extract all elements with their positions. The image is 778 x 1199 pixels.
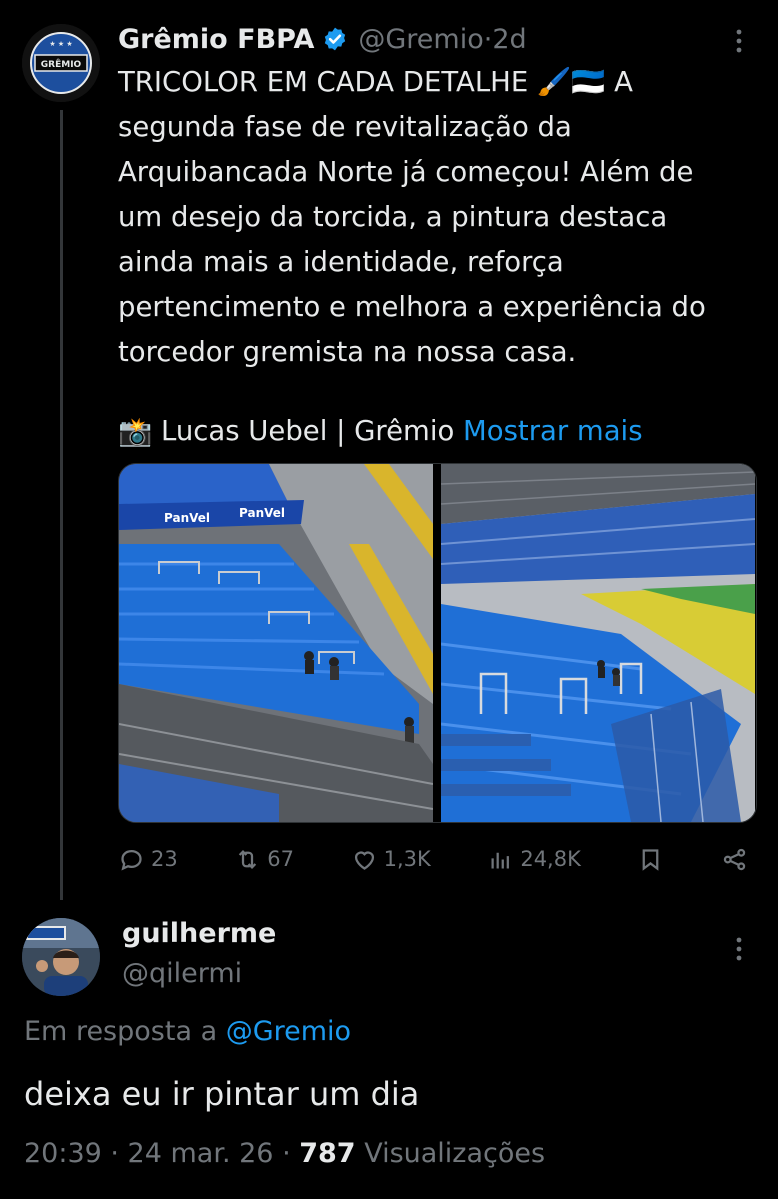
share-icon (723, 848, 746, 870)
bookmark-button[interactable] (637, 846, 664, 873)
svg-text:GRÊMIO: GRÊMIO (41, 58, 82, 70)
author-handle[interactable]: @Gremio (358, 24, 483, 55)
reply-author-handle[interactable]: @qilermi (122, 958, 242, 989)
reply-more-options-button[interactable] (732, 934, 746, 968)
header-separator: · (483, 23, 493, 55)
camera-icon: 📸 (118, 415, 153, 448)
tweet-header: Grêmio FBPA @Gremio · 2d (118, 20, 527, 58)
reply-to-handle-link[interactable]: @Gremio (226, 1016, 351, 1047)
photo-credit: 📸 Lucas Uebel | Grêmio Mostrar mais (118, 410, 643, 452)
author-name[interactable]: Grêmio FBPA (118, 24, 314, 55)
repost-icon (239, 849, 257, 869)
more-options-icon (736, 29, 742, 53)
stadium-photo-2[interactable] (441, 464, 755, 822)
svg-text:PanVel: PanVel (164, 511, 210, 525)
views-button[interactable]: 24,8K (487, 846, 581, 873)
like-count: 1,3K (383, 847, 431, 871)
reply-count: 23 (151, 847, 178, 871)
author-avatar[interactable]: GRÊMIO ★ ★ ★ (22, 24, 100, 102)
bookmark-icon (643, 848, 659, 871)
repost-count: 67 (267, 847, 295, 871)
user-photo-icon (22, 918, 100, 996)
reply-timestamp[interactable]: 20:39 · 24 mar. 26 · (24, 1138, 299, 1169)
tweet-text: TRICOLOR EM CADA DETALHE 🖌️🇪🇪 A segunda … (118, 66, 706, 368)
reply-button[interactable]: 23 (118, 846, 178, 873)
views-chart-icon (491, 852, 510, 868)
reply-prefix: Em resposta a (24, 1016, 226, 1047)
credit-text: Lucas Uebel | Grêmio (152, 415, 464, 447)
show-more-link[interactable]: Mostrar mais (463, 415, 642, 447)
reply-views-count: 787 (299, 1138, 356, 1169)
gremio-crest-icon: GRÊMIO ★ ★ ★ (22, 24, 100, 102)
reply-text: deixa eu ir pintar um dia (24, 1075, 420, 1113)
like-button[interactable]: 1,3K (351, 846, 431, 873)
media-grid: PanVel PanVel (118, 463, 757, 823)
repost-button[interactable]: 67 (234, 846, 294, 873)
reply-icon (121, 849, 142, 870)
more-options-button[interactable] (728, 26, 750, 60)
tweet-actions: 23 67 1,3K 24,8K (118, 838, 748, 880)
reply-author-name[interactable]: guilherme (122, 918, 276, 949)
heart-icon (354, 851, 374, 870)
svg-text:PanVel: PanVel (239, 506, 285, 520)
more-options-icon (736, 937, 742, 961)
replying-to: Em resposta a @Gremio (24, 1016, 351, 1047)
tweet-time[interactable]: 2d (492, 24, 526, 55)
share-button[interactable] (721, 846, 748, 873)
stadium-photo-1[interactable]: PanVel PanVel (119, 464, 433, 822)
reply-author-avatar[interactable] (22, 918, 100, 996)
thread-connector-line (60, 110, 63, 900)
verified-badge-icon (325, 27, 346, 51)
reply-metadata: 20:39 · 24 mar. 26 · 787 Visualizações (24, 1138, 545, 1169)
svg-text:★ ★ ★: ★ ★ ★ (49, 40, 72, 48)
reply-views-label: Visualizações (355, 1138, 546, 1169)
views-count: 24,8K (520, 847, 581, 871)
